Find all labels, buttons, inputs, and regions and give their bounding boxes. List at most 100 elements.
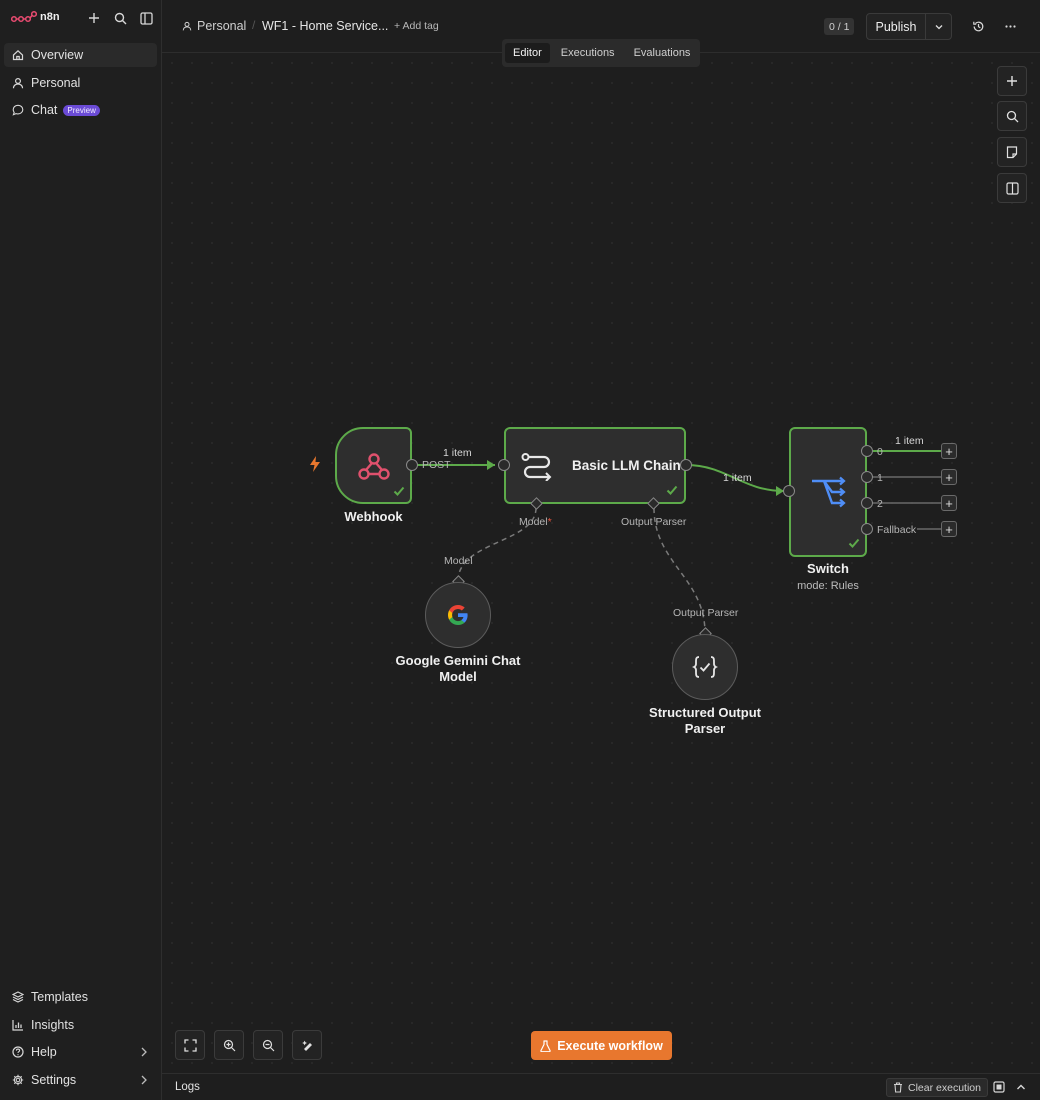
llm-chain-output-port[interactable] xyxy=(680,459,692,471)
zoom-in-button[interactable] xyxy=(214,1030,244,1060)
zoom-in-icon xyxy=(223,1039,235,1051)
breadcrumb-project-label: Personal xyxy=(197,19,247,33)
chevron-up-icon[interactable] xyxy=(1015,1081,1027,1093)
switch-output-port-fallback[interactable] xyxy=(861,523,873,535)
tab-editor[interactable]: Editor xyxy=(505,43,550,63)
execute-workflow-label: Execute workflow xyxy=(557,1038,663,1053)
tidy-up-button[interactable] xyxy=(292,1030,322,1060)
model-port-text: Model xyxy=(519,516,548,528)
add-tag-button[interactable]: + Add tag xyxy=(394,20,439,32)
connection-wires xyxy=(412,450,942,634)
success-check-icon xyxy=(848,538,860,548)
sidebar-item-label: Insights xyxy=(31,1018,75,1032)
templates-icon xyxy=(12,991,24,1003)
switch-icon xyxy=(812,476,846,508)
user-icon xyxy=(182,21,192,31)
add-node-output-0-button[interactable]: + xyxy=(941,443,957,459)
switch-output-port-1[interactable] xyxy=(861,471,873,483)
llm-chain-node[interactable]: Basic LLM Chain xyxy=(504,427,686,504)
sidebar-item-label: Overview xyxy=(31,48,84,62)
collapse-sidebar-icon[interactable] xyxy=(138,10,154,26)
switch-output-port-0[interactable] xyxy=(861,445,873,457)
breadcrumb-project[interactable]: Personal xyxy=(182,19,246,33)
sidebar-item-help[interactable]: Help xyxy=(4,1040,157,1064)
switch-output-label: 1 xyxy=(877,472,883,484)
clear-execution-button[interactable]: Clear execution xyxy=(886,1078,988,1097)
gear-icon xyxy=(12,1074,24,1086)
sidebar-item-templates[interactable]: Templates xyxy=(4,985,157,1009)
webhook-output-port[interactable] xyxy=(406,459,418,471)
switch-output-label: 2 xyxy=(877,498,883,510)
sidebar-item-settings[interactable]: Settings xyxy=(4,1068,157,1092)
structured-output-icon xyxy=(692,656,718,678)
llm-chain-icon xyxy=(521,452,552,481)
edge-item-count: 1 item xyxy=(895,435,924,447)
sidebar-item-label: Chat xyxy=(31,103,58,117)
add-node-output-2-button[interactable]: + xyxy=(941,495,957,511)
preview-badge: Preview xyxy=(63,104,100,116)
parser-port-label: Output Parser xyxy=(673,607,739,619)
plus-icon[interactable] xyxy=(86,10,102,26)
gemini-node-label: Google Gemini Chat Model xyxy=(378,653,538,685)
gemini-label-line1: Google Gemini Chat xyxy=(395,653,521,668)
workflow-canvas[interactable]: POST 1 item Webhook Basic LLM Chain Mode… xyxy=(162,53,1040,1073)
sidebar-item-chat[interactable]: Chat Preview xyxy=(4,98,157,122)
sidebar-item-label: Personal xyxy=(31,76,81,90)
clear-execution-label: Clear execution xyxy=(908,1081,981,1094)
add-node-output-1-button[interactable]: + xyxy=(941,469,957,485)
parser-node-label: Structured Output Parser xyxy=(625,705,785,737)
sidebar-item-label: Settings xyxy=(31,1073,77,1087)
trash-icon xyxy=(894,1082,903,1093)
sidebar-header: n8n xyxy=(0,0,162,36)
history-icon[interactable] xyxy=(970,18,986,34)
chat-bubble-icon xyxy=(12,104,24,116)
switch-input-port[interactable] xyxy=(783,485,795,497)
breadcrumb-separator: / xyxy=(252,18,256,32)
llm-parser-port-label: Output Parser xyxy=(621,516,687,528)
llm-model-port-label: Model* xyxy=(519,516,552,528)
fit-view-button[interactable] xyxy=(175,1030,205,1060)
more-options-icon[interactable] xyxy=(1002,18,1018,34)
flask-icon xyxy=(540,1039,551,1052)
sidebar-item-label: Help xyxy=(31,1045,57,1059)
execute-workflow-button[interactable]: Execute workflow xyxy=(531,1031,672,1060)
search-icon[interactable] xyxy=(112,10,128,26)
popout-icon[interactable] xyxy=(993,1081,1005,1093)
tab-evaluations[interactable]: Evaluations xyxy=(626,43,699,63)
gemini-label-line2: Model xyxy=(439,669,477,684)
home-icon xyxy=(12,49,24,61)
sidebar-item-insights[interactable]: Insights xyxy=(4,1013,157,1037)
sidebar-item-overview[interactable]: Overview xyxy=(4,43,157,67)
chevron-right-icon xyxy=(141,1075,147,1085)
structured-output-parser-node[interactable] xyxy=(672,634,738,700)
edge-item-count: 1 item xyxy=(723,472,752,484)
switch-output-port-2[interactable] xyxy=(861,497,873,509)
logs-bar[interactable]: Logs Clear execution xyxy=(162,1073,1040,1100)
publish-button[interactable]: Publish xyxy=(866,13,926,40)
zoom-out-button[interactable] xyxy=(253,1030,283,1060)
workflow-name[interactable]: WF1 - Home Service... xyxy=(262,19,388,33)
parser-label-line1: Structured Output xyxy=(649,705,761,720)
logs-label: Logs xyxy=(175,1081,200,1093)
wire-arrow xyxy=(487,460,495,470)
llm-chain-node-label: Basic LLM Chain xyxy=(572,458,681,473)
tab-executions[interactable]: Executions xyxy=(553,43,623,63)
publish-options-button[interactable] xyxy=(925,13,952,40)
llm-chain-input-port[interactable] xyxy=(498,459,510,471)
user-icon xyxy=(12,77,24,89)
sidebar-item-personal[interactable]: Personal xyxy=(4,71,157,95)
chevron-down-icon xyxy=(935,24,942,29)
gemini-chat-model-node[interactable] xyxy=(425,582,491,648)
view-tabs: Editor Executions Evaluations xyxy=(502,39,700,67)
trigger-bolt-icon xyxy=(310,456,320,472)
edge-item-count: 1 item xyxy=(443,447,472,459)
switch-node-subtitle: mode: Rules xyxy=(797,580,859,592)
parser-label-line2: Parser xyxy=(684,721,726,736)
success-check-icon xyxy=(393,486,405,496)
add-node-fallback-button[interactable]: + xyxy=(941,521,957,537)
switch-node[interactable] xyxy=(789,427,867,557)
sidebar: n8n Overview Personal Chat Preview Templ… xyxy=(0,0,162,1100)
webhook-node[interactable] xyxy=(335,427,412,504)
switch-node-label: Switch xyxy=(807,561,849,576)
n8n-logo[interactable] xyxy=(11,10,37,26)
